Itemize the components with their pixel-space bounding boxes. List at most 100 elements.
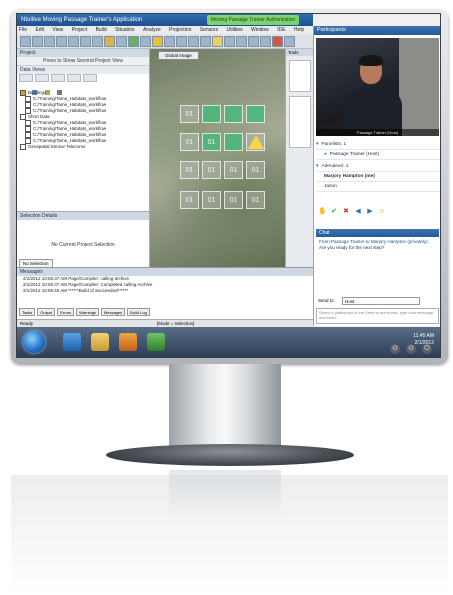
participant-row[interactable]: Marjory Hampton (me) (316, 172, 440, 182)
send-to-select[interactable]: Host (342, 297, 420, 305)
tools-list[interactable] (289, 60, 311, 92)
tab-errors[interactable]: Errors (57, 308, 75, 316)
menu-window[interactable]: Window (249, 27, 269, 33)
globe-icon[interactable] (128, 36, 139, 47)
layer-icon[interactable] (104, 36, 115, 47)
hand-icon[interactable]: ✋ (318, 208, 327, 216)
menu-ide[interactable]: IDE (275, 27, 285, 33)
ie-icon[interactable] (63, 333, 81, 351)
grid-cell[interactable] (202, 105, 221, 123)
start-button[interactable] (23, 331, 45, 353)
delete-icon[interactable] (57, 90, 63, 95)
save-icon[interactable] (44, 36, 55, 47)
menu-utilities[interactable]: Utilities (224, 27, 242, 33)
grid-cell[interactable]: 01 (246, 161, 265, 179)
grid-icon[interactable] (116, 36, 127, 47)
checkbox[interactable] (20, 144, 26, 150)
power-icon[interactable]: ⏻ (422, 344, 432, 354)
monitor-menu-icon[interactable]: ⊙ (406, 344, 416, 354)
tab-output[interactable]: Output (37, 308, 56, 316)
line-icon[interactable] (224, 36, 235, 47)
expand-icon[interactable]: ▾ (316, 164, 318, 169)
grid-cell[interactable] (224, 105, 243, 123)
split-icon[interactable] (260, 36, 271, 47)
route-icon[interactable] (236, 36, 247, 47)
tab-messages[interactable]: Messages (100, 308, 126, 316)
tab-build-log[interactable]: Build Log (127, 308, 150, 316)
menu-projection[interactable]: Projection (167, 27, 191, 33)
tab-view-1[interactable] (19, 74, 33, 82)
merge-icon[interactable] (248, 36, 259, 47)
check-icon[interactable]: ✔ (330, 208, 338, 216)
grid-cell[interactable]: 01 (180, 105, 199, 123)
grid-cell[interactable]: 01 (202, 133, 221, 151)
authorization-banner: Moving Passage Trainer Authorization (207, 15, 300, 25)
menu-help[interactable]: Help (292, 27, 304, 33)
menu-view[interactable]: View (50, 27, 63, 33)
webex-icon[interactable] (147, 333, 165, 351)
tab-global-image[interactable]: Global Image (158, 51, 199, 60)
tools-icon[interactable] (284, 36, 295, 47)
tree-item-label: Geospatial Sensor Telecoms (28, 144, 86, 150)
expand-icon[interactable]: ▾ (316, 142, 318, 147)
attendees-group[interactable]: ▾ Attendees: 1 (316, 162, 439, 172)
media-player-icon[interactable] (119, 333, 137, 351)
monitor-button-icon[interactable]: ⊙ (390, 344, 400, 354)
map-view[interactable]: Global Image 01 01 01 01 01 01 01 01 01 … (150, 49, 285, 267)
menu-project[interactable]: Project (70, 27, 88, 33)
properties-list[interactable] (289, 96, 311, 148)
chat-input[interactable]: Select a participant in the Send to menu… (316, 308, 439, 324)
smile-icon[interactable]: ☺ (378, 208, 386, 216)
tab-view-4[interactable] (67, 74, 81, 82)
grid-cell[interactable] (224, 133, 243, 151)
folder-icon[interactable] (91, 333, 109, 351)
grid-cell[interactable]: 01 (224, 161, 243, 179)
x-icon[interactable]: ✖ (342, 208, 350, 216)
tree-item[interactable]: Geospatial Sensor Telecoms (17, 144, 149, 150)
tab-view-2[interactable] (35, 74, 49, 82)
menu-build[interactable]: Build (94, 27, 107, 33)
grid-cell[interactable]: 01 (180, 161, 199, 179)
stop-icon[interactable] (272, 36, 283, 47)
grid-cell[interactable]: 01 (180, 133, 199, 151)
tab-warnings[interactable]: Warnings (76, 308, 99, 316)
tab-view-3[interactable] (51, 74, 65, 82)
grid-cell[interactable]: 01 (246, 191, 265, 209)
zoom-in-icon[interactable] (56, 36, 67, 47)
zoom-out-icon[interactable] (68, 36, 79, 47)
group-label: Attendees: 1 (321, 164, 349, 169)
menu-situation[interactable]: Situation (113, 27, 134, 33)
grid-cell[interactable]: 01 (202, 161, 221, 179)
pan-icon[interactable] (80, 36, 91, 47)
rewind-icon[interactable]: ◀ (354, 208, 362, 216)
measure-icon[interactable] (140, 36, 151, 47)
sensor-icon[interactable] (188, 36, 199, 47)
participant-row[interactable]: Jason (316, 182, 440, 192)
menu-edit[interactable]: Edit (33, 27, 44, 33)
annotate-icon[interactable] (164, 36, 175, 47)
grid-cell[interactable]: 01 (180, 191, 199, 209)
forward-icon[interactable]: ▶ (366, 208, 374, 216)
second-view-button[interactable]: Press to Show Second Project View (17, 57, 149, 66)
menu-sensors[interactable]: Sensors (198, 27, 218, 33)
grid-cell[interactable]: 01 (202, 191, 221, 209)
highlight-icon[interactable] (152, 36, 163, 47)
tab-view-5[interactable] (83, 74, 97, 82)
grid-cell[interactable] (246, 105, 265, 123)
grid-cell[interactable]: 01 (224, 191, 243, 209)
app-title-bar: Ntuitive Moving Passage Trainer's Applic… (17, 14, 313, 26)
path-icon[interactable] (176, 36, 187, 47)
participant-row[interactable]: ● Passage Trainer (Host) (316, 150, 440, 160)
select-icon[interactable] (92, 36, 103, 47)
menu-file[interactable]: File (17, 27, 27, 33)
warning-icon[interactable] (248, 135, 264, 149)
edit-icon[interactable] (200, 36, 211, 47)
open-icon[interactable] (32, 36, 43, 47)
panelists-group[interactable]: ▾ Panelists: 1 (316, 140, 439, 150)
new-icon[interactable] (20, 36, 31, 47)
host-video[interactable]: Passage Trainer (Host) (316, 38, 439, 136)
sun-icon[interactable] (212, 36, 223, 47)
video-caption: Passage Trainer (Host) (316, 129, 439, 136)
tab-tasks[interactable]: Tasks (19, 308, 36, 316)
menu-analyze[interactable]: Analyze (141, 27, 161, 33)
